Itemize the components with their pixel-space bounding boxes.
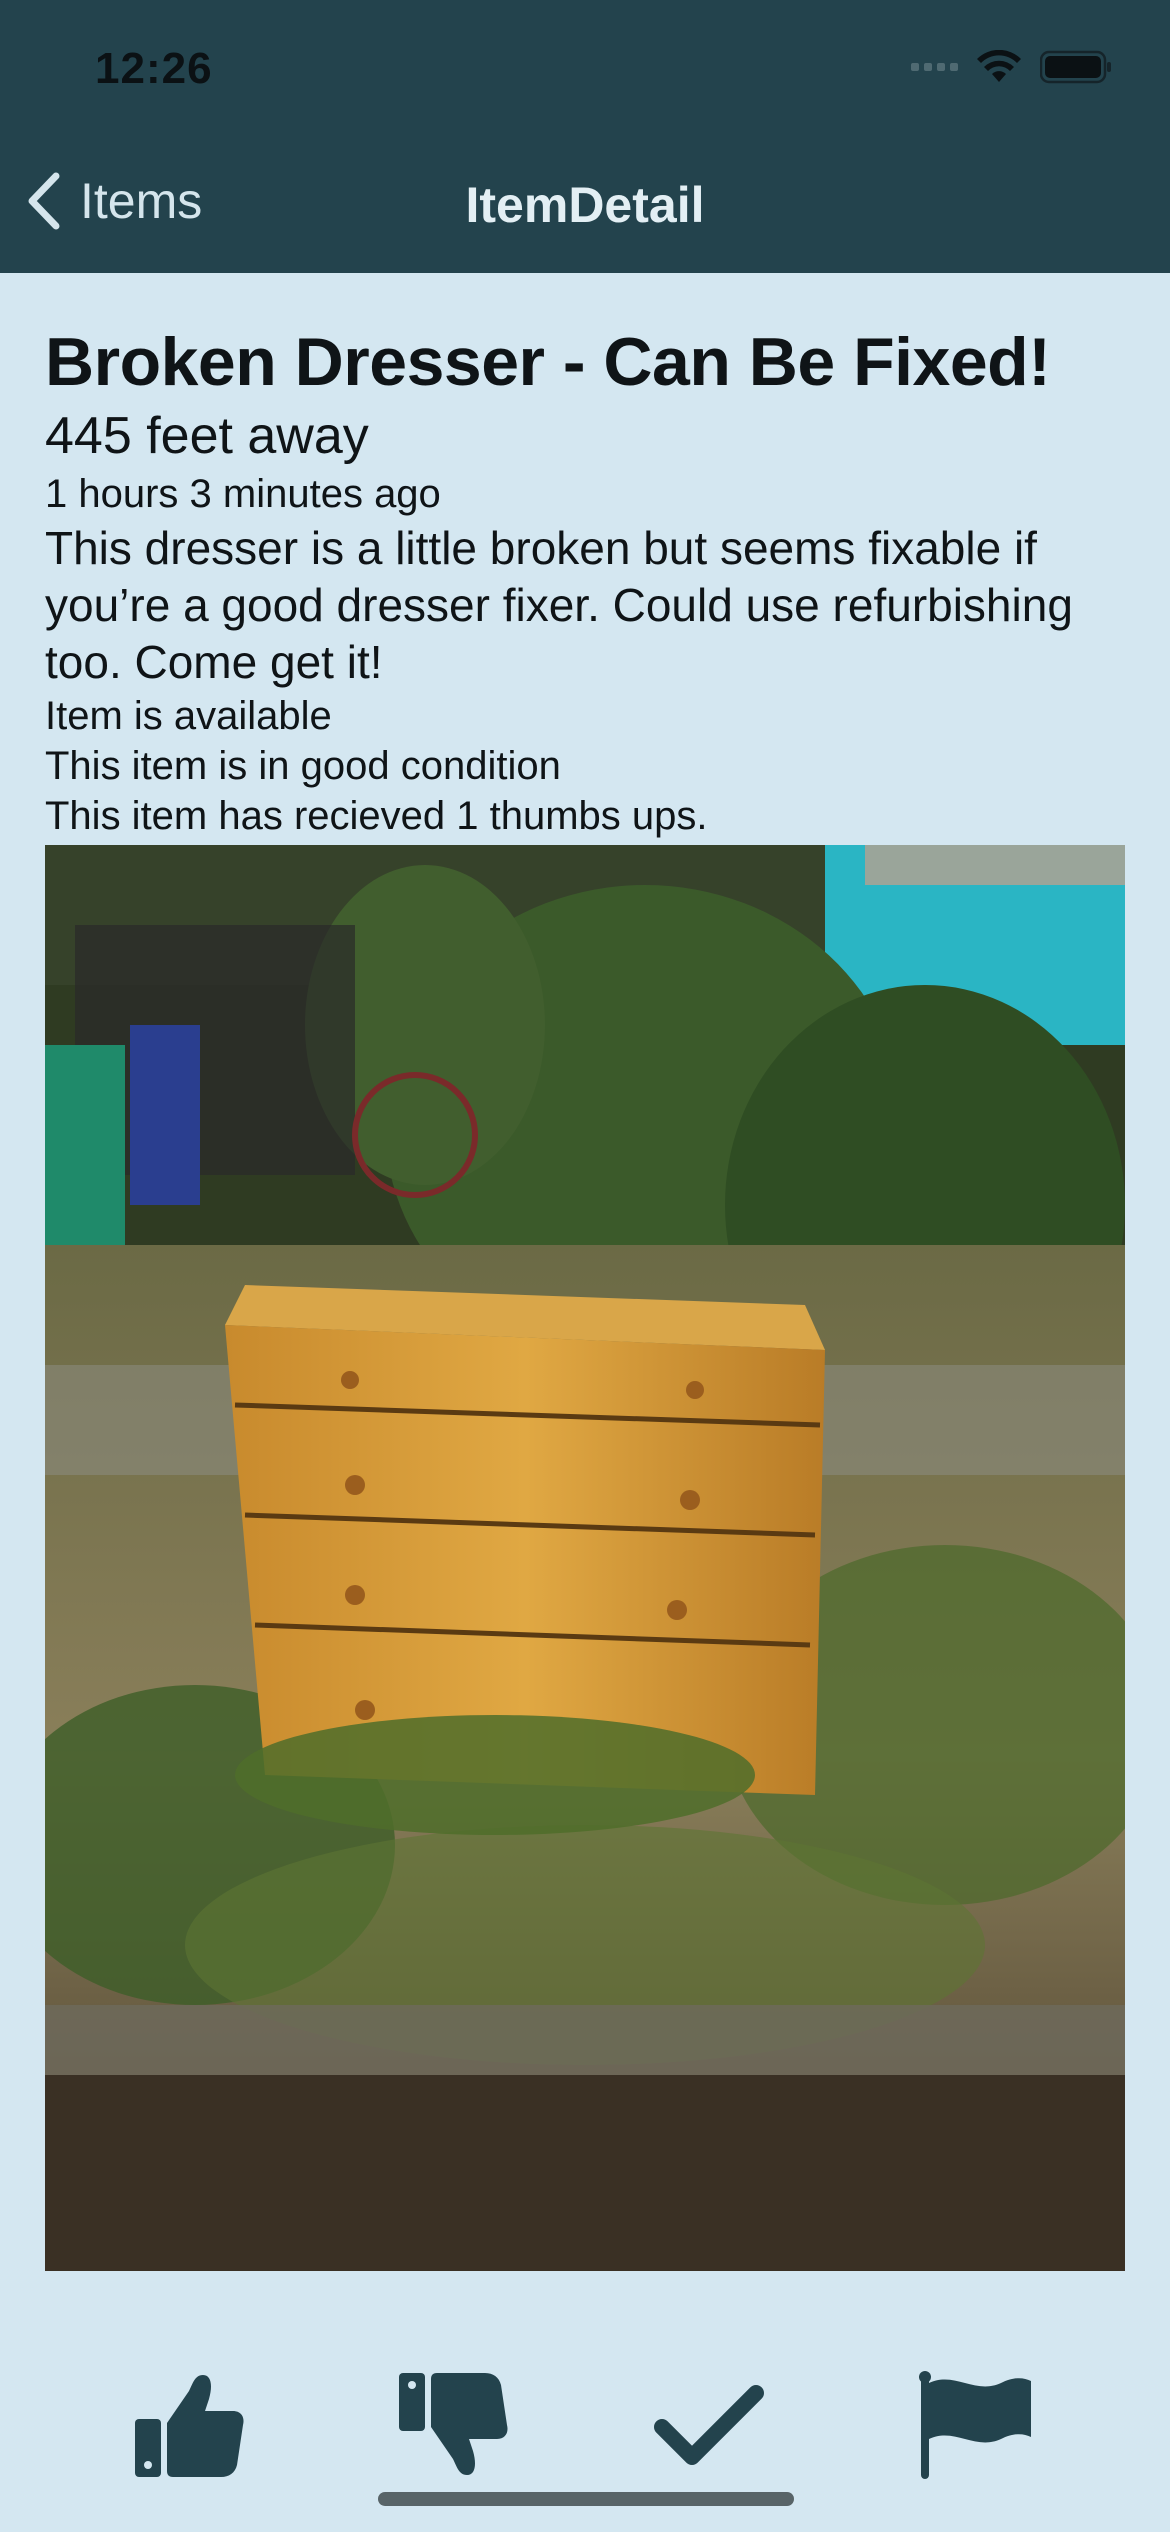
thumbs-up-button[interactable] [124, 2360, 254, 2490]
item-photo [45, 845, 1125, 2271]
battery-icon [1040, 50, 1111, 84]
item-posted-time: 1 hours 3 minutes ago [45, 472, 441, 516]
page-title: ItemDetail [465, 177, 705, 233]
item-details: Broken Dresser - Can Be Fixed! 445 feet … [45, 320, 1125, 841]
checkmark-icon [654, 2385, 764, 2465]
status-icons [911, 50, 1112, 84]
home-indicator[interactable] [378, 2492, 794, 2506]
item-availability: Item is available [45, 694, 332, 738]
action-bar [0, 2360, 1170, 2490]
thumbs-down-icon [399, 2373, 508, 2475]
wifi-icon [977, 50, 1021, 82]
item-thumbs-count: This item has recieved 1 thumbs ups. [45, 794, 708, 838]
status-time: 12:26 [95, 44, 213, 93]
thumbs-down-button[interactable] [388, 2360, 518, 2490]
flag-icon [919, 2371, 1031, 2479]
report-button[interactable] [910, 2360, 1040, 2490]
navigation-header: 12:26 Items ItemDetail [0, 0, 1170, 273]
thumbs-up-icon [135, 2375, 244, 2477]
item-distance: 445 feet away [45, 407, 369, 465]
item-title: Broken Dresser - Can Be Fixed! [45, 324, 1051, 400]
item-condition: This item is in good condition [45, 744, 561, 788]
item-description: This dresser is a little broken but seem… [45, 522, 1073, 688]
cellular-signal-icon [911, 63, 958, 71]
claim-button[interactable] [644, 2360, 774, 2490]
